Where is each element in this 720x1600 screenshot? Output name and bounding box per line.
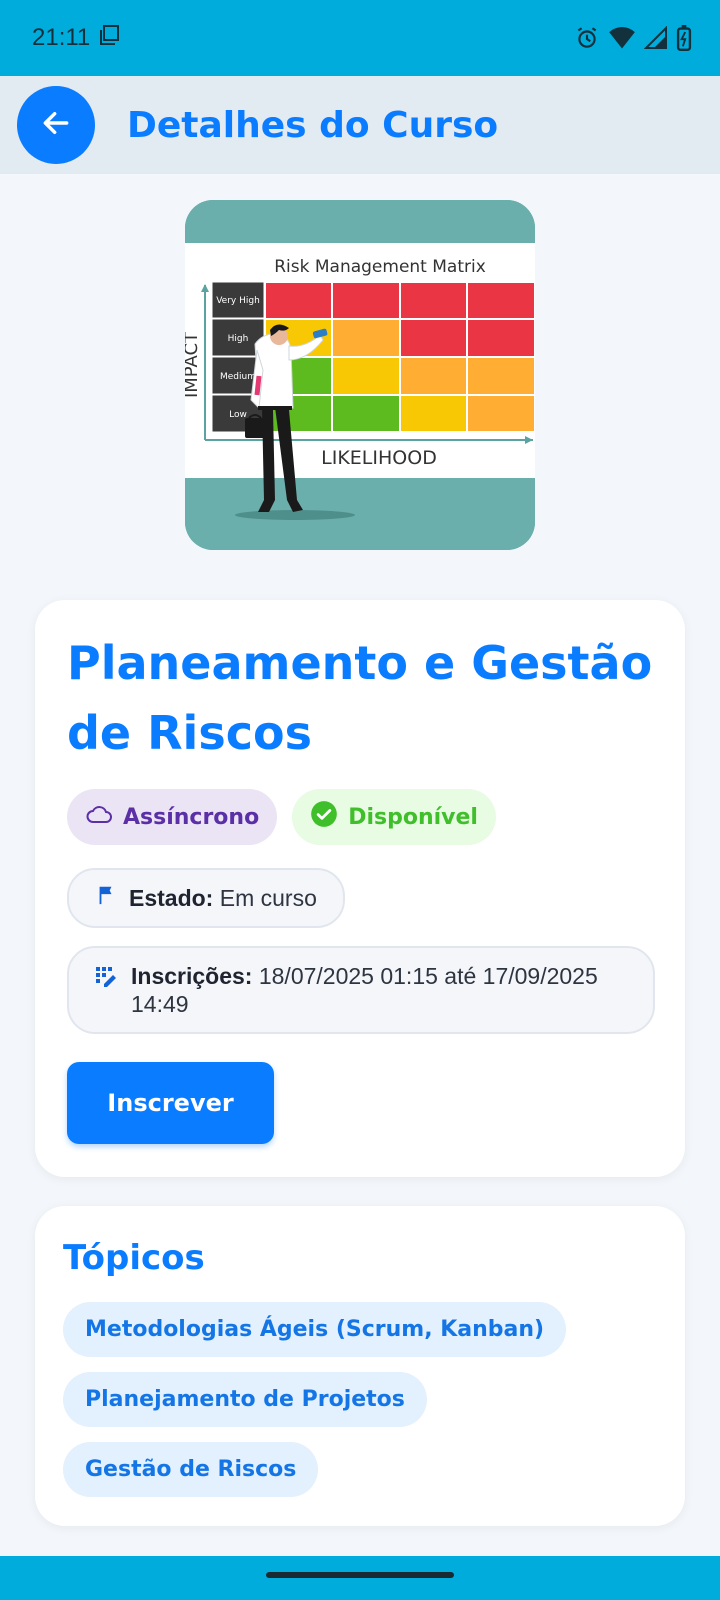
enroll-button[interactable]: Inscrever [67, 1062, 274, 1144]
alarm-icon [574, 25, 600, 51]
topics-title: Tópicos [63, 1238, 205, 1278]
calendar-edit-icon [95, 966, 119, 994]
screenshot-icon [98, 23, 122, 54]
home-gesture-handle[interactable] [266, 1572, 454, 1578]
svg-text:High: High [228, 334, 249, 344]
app-bar: Detalhes do Curso [0, 76, 720, 174]
system-nav-bar [0, 1556, 720, 1600]
status-time: 21:11 [32, 24, 91, 51]
cloud-icon [85, 803, 113, 831]
topic-list: Metodologias Ágeis (Scrum, Kanban) Plane… [63, 1302, 567, 1497]
state-label: Estado: [129, 884, 214, 911]
matrix-title: Risk Management Matrix [274, 257, 486, 277]
svg-text:Low: Low [229, 410, 247, 420]
y-axis-label: IMPACT [185, 331, 202, 398]
wifi-icon [608, 25, 636, 51]
course-title: Planeamento e Gestão de Riscos [67, 636, 653, 760]
async-badge: Assíncrono [67, 789, 278, 845]
course-card: Planeamento e Gestão de Riscos Assíncron… [35, 600, 685, 1177]
state-chip: Estado: Em curso [67, 868, 345, 928]
back-button[interactable] [17, 86, 95, 164]
enrollment-chip: Inscrições: 18/07/2025 01:15 até 17/09/2… [67, 946, 655, 1034]
x-axis-label: LIKELIHOOD [321, 447, 437, 469]
availability-badge-label: Disponível [348, 804, 478, 830]
svg-text:Very High: Very High [216, 296, 260, 306]
availability-badge: Disponível [292, 789, 496, 845]
topics-card: Tópicos Metodologias Ágeis (Scrum, Kanba… [35, 1206, 685, 1526]
topic-chip[interactable]: Gestão de Riscos [63, 1442, 319, 1497]
enroll-label: Inscrições: [131, 963, 253, 989]
topic-chip[interactable]: Metodologias Ágeis (Scrum, Kanban) [63, 1302, 567, 1357]
arrow-left-icon [40, 107, 72, 143]
check-circle-icon [310, 800, 338, 834]
state-value: Em curso [219, 884, 317, 911]
status-bar: 21:11 [0, 0, 720, 76]
battery-icon [676, 25, 692, 51]
page-title: Detalhes do Curso [127, 104, 499, 146]
course-image: Risk Management Matrix IMPACT LIKELIHOOD… [185, 200, 535, 550]
signal-icon [644, 26, 668, 50]
async-badge-label: Assíncrono [123, 804, 260, 830]
svg-text:Medium: Medium [220, 372, 256, 382]
topic-chip[interactable]: Planejamento de Projetos [63, 1372, 427, 1427]
flag-icon [95, 884, 117, 912]
course-badges: Assíncrono Disponível [67, 789, 496, 845]
